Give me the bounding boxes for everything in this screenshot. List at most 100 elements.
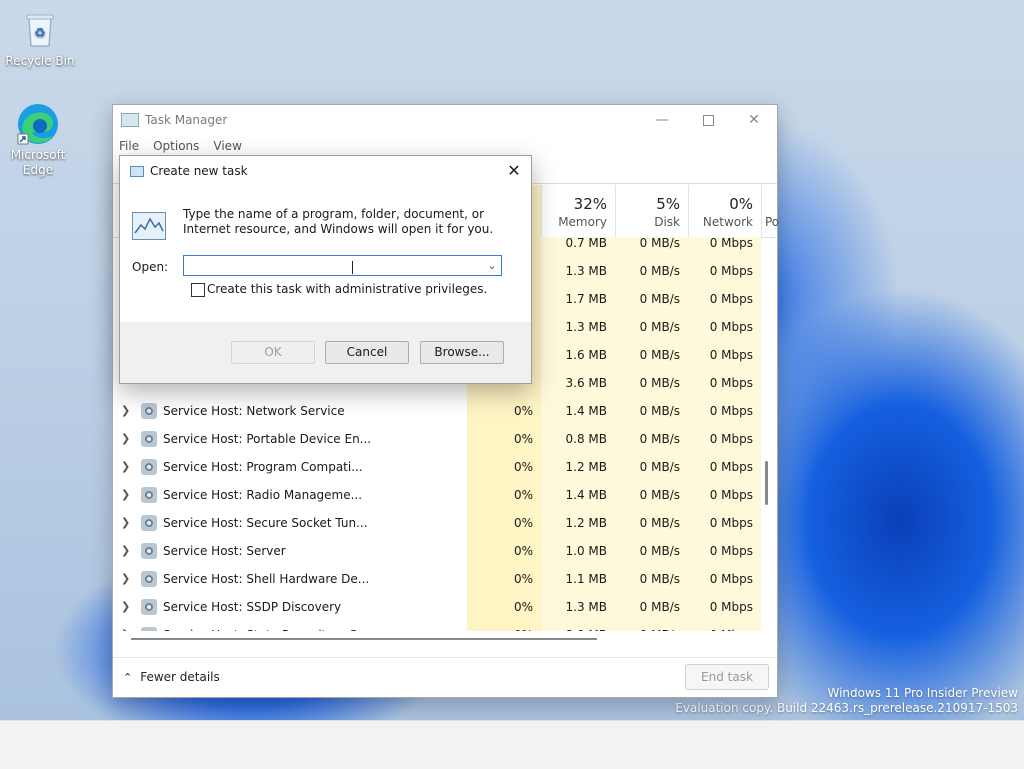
table-row[interactable]: ❯ Service Host: Secure Socket Tun... 0% 1… <box>113 509 763 537</box>
service-host-icon <box>141 487 157 503</box>
end-task-button[interactable]: End task <box>685 664 769 690</box>
cancel-button[interactable]: Cancel <box>325 341 409 364</box>
network-cell: 0 Mbps <box>688 397 761 425</box>
admin-privileges-label[interactable]: Create this task with administrative pri… <box>207 282 487 296</box>
network-cell: 0 Mbps <box>688 509 761 537</box>
maximize-button[interactable] <box>685 105 731 135</box>
chevron-right-icon[interactable]: ❯ <box>121 453 131 481</box>
process-name: Service Host: Network Service <box>163 404 345 418</box>
menu-view[interactable]: View <box>213 139 241 153</box>
watermark-line1: Windows 11 Pro Insider Preview <box>827 686 1018 700</box>
disk-cell: 0 MB/s <box>615 621 688 631</box>
disk-cell: 0 MB/s <box>615 425 688 453</box>
taskbar <box>0 720 1024 769</box>
cpu-cell: 0% <box>467 481 541 509</box>
chevron-right-icon[interactable]: ❯ <box>121 565 131 593</box>
chevron-right-icon[interactable]: ❯ <box>121 425 131 453</box>
service-host-icon <box>141 431 157 447</box>
column-power[interactable]: Po <box>761 185 780 237</box>
service-host-icon <box>141 543 157 559</box>
process-name: Service Host: Secure Socket Tun... <box>163 516 368 530</box>
open-combobox[interactable] <box>183 255 502 276</box>
cpu-cell: 0% <box>467 453 541 481</box>
process-name: Service Host: Program Compati... <box>163 460 363 474</box>
column-network[interactable]: 0% Network <box>688 185 761 237</box>
chevron-up-icon: ⌃ <box>123 671 133 684</box>
dialog-close-button[interactable]: ✕ <box>503 160 525 182</box>
dialog-title: Create new task <box>150 164 248 178</box>
table-row[interactable]: ❯ Service Host: Network Service 0% 1.4 MB… <box>113 397 763 425</box>
table-row[interactable]: ❯ Service Host: Portable Device En... 0% … <box>113 425 763 453</box>
network-cell: 0 Mbps <box>688 341 761 369</box>
network-pct: 0% <box>729 195 753 213</box>
chevron-down-icon[interactable]: ⌄ <box>484 256 500 275</box>
fewer-details-label: Fewer details <box>140 670 220 684</box>
column-memory[interactable]: 32% Memory <box>541 185 615 237</box>
service-host-icon <box>141 403 157 419</box>
table-row[interactable]: ❯ Service Host: Radio Manageme... 0% 1.4 … <box>113 481 763 509</box>
chevron-right-icon[interactable]: ❯ <box>121 593 131 621</box>
chevron-right-icon[interactable]: ❯ <box>121 509 131 537</box>
fewer-details-button[interactable]: ⌃ Fewer details <box>123 670 220 684</box>
vertical-scrollbar[interactable] <box>765 461 768 505</box>
table-row[interactable]: ❯ Service Host: SSDP Discovery 0% 1.3 MB … <box>113 593 763 621</box>
disk-cell: 0 MB/s <box>615 369 688 397</box>
table-row[interactable]: ❯ Service Host: Server 0% 1.0 MB 0 MB/s 0… <box>113 537 763 565</box>
memory-cell: 1.0 MB <box>541 537 615 565</box>
menu-options[interactable]: Options <box>153 139 199 153</box>
memory-cell: 3.6 MB <box>541 369 615 397</box>
close-icon: ✕ <box>507 161 521 180</box>
cpu-cell: 0% <box>467 593 541 621</box>
recycle-bin-icon: ♻ <box>20 10 60 50</box>
edge-icon <box>17 104 58 145</box>
dialog-title-bar[interactable]: Create new task ✕ <box>120 156 531 186</box>
memory-pct: 32% <box>573 195 607 213</box>
disk-cell: 0 MB/s <box>615 481 688 509</box>
process-name: Service Host: Shell Hardware De... <box>163 572 370 586</box>
watermark-line2: Evaluation copy. Build 22463.rs_prerelea… <box>675 701 1018 715</box>
network-cell: 0 Mbps <box>688 369 761 397</box>
network-cell: 0 Mbps <box>688 453 761 481</box>
network-cell: 0 Mbps <box>688 481 761 509</box>
chevron-right-icon[interactable]: ❯ <box>121 621 131 631</box>
chevron-right-icon[interactable]: ❯ <box>121 537 131 565</box>
process-name: Service Host: State Repository S... <box>163 621 369 631</box>
window-title: Task Manager <box>145 113 228 127</box>
table-row[interactable]: ❯ Service Host: Shell Hardware De... 0% 1… <box>113 565 763 593</box>
recycle-bin-label: Recycle Bin <box>5 54 75 68</box>
chevron-right-icon[interactable]: ❯ <box>121 397 131 425</box>
disk-cell: 0 MB/s <box>615 397 688 425</box>
close-button[interactable]: ✕ <box>731 105 777 135</box>
edge-shortcut[interactable]: Microsoft Edge <box>2 104 74 178</box>
table-row[interactable]: ❯Service Host: State Repository S... 0% … <box>113 621 763 631</box>
disk-cell: 0 MB/s <box>615 593 688 621</box>
service-host-icon <box>141 599 157 615</box>
memory-cell: 1.3 MB <box>541 593 615 621</box>
memory-cell: 1.3 MB <box>541 313 615 341</box>
network-cell: 0 Mbps <box>688 565 761 593</box>
power-label: Po <box>765 215 780 229</box>
dialog-body: Type the name of a program, folder, docu… <box>120 186 531 322</box>
table-row[interactable]: ❯ Service Host: Program Compati... 0% 1.2… <box>113 453 763 481</box>
svg-text:♻: ♻ <box>34 26 46 41</box>
minimize-icon: — <box>655 112 669 128</box>
column-disk[interactable]: 5% Disk <box>615 185 688 237</box>
disk-cell: 0 MB/s <box>615 341 688 369</box>
maximize-icon <box>702 114 714 126</box>
horizontal-scrollbar[interactable] <box>131 638 597 640</box>
chevron-right-icon[interactable]: ❯ <box>121 481 131 509</box>
disk-cell: 0 MB/s <box>615 453 688 481</box>
network-cell: 0 Mbps <box>688 237 761 257</box>
menu-file[interactable]: File <box>119 139 139 153</box>
service-host-icon <box>141 571 157 587</box>
minimize-button[interactable]: — <box>639 105 685 135</box>
admin-privileges-checkbox[interactable] <box>191 283 205 297</box>
recycle-bin-shortcut[interactable]: ♻ Recycle Bin <box>4 10 76 69</box>
dialog-description: Type the name of a program, folder, docu… <box>183 207 494 236</box>
ok-button[interactable]: OK <box>231 341 315 364</box>
memory-label: Memory <box>558 215 607 229</box>
cpu-cell: 0% <box>467 509 541 537</box>
disk-cell: 0 MB/s <box>615 565 688 593</box>
browse-button[interactable]: Browse... <box>420 341 504 364</box>
memory-cell: 1.4 MB <box>541 397 615 425</box>
